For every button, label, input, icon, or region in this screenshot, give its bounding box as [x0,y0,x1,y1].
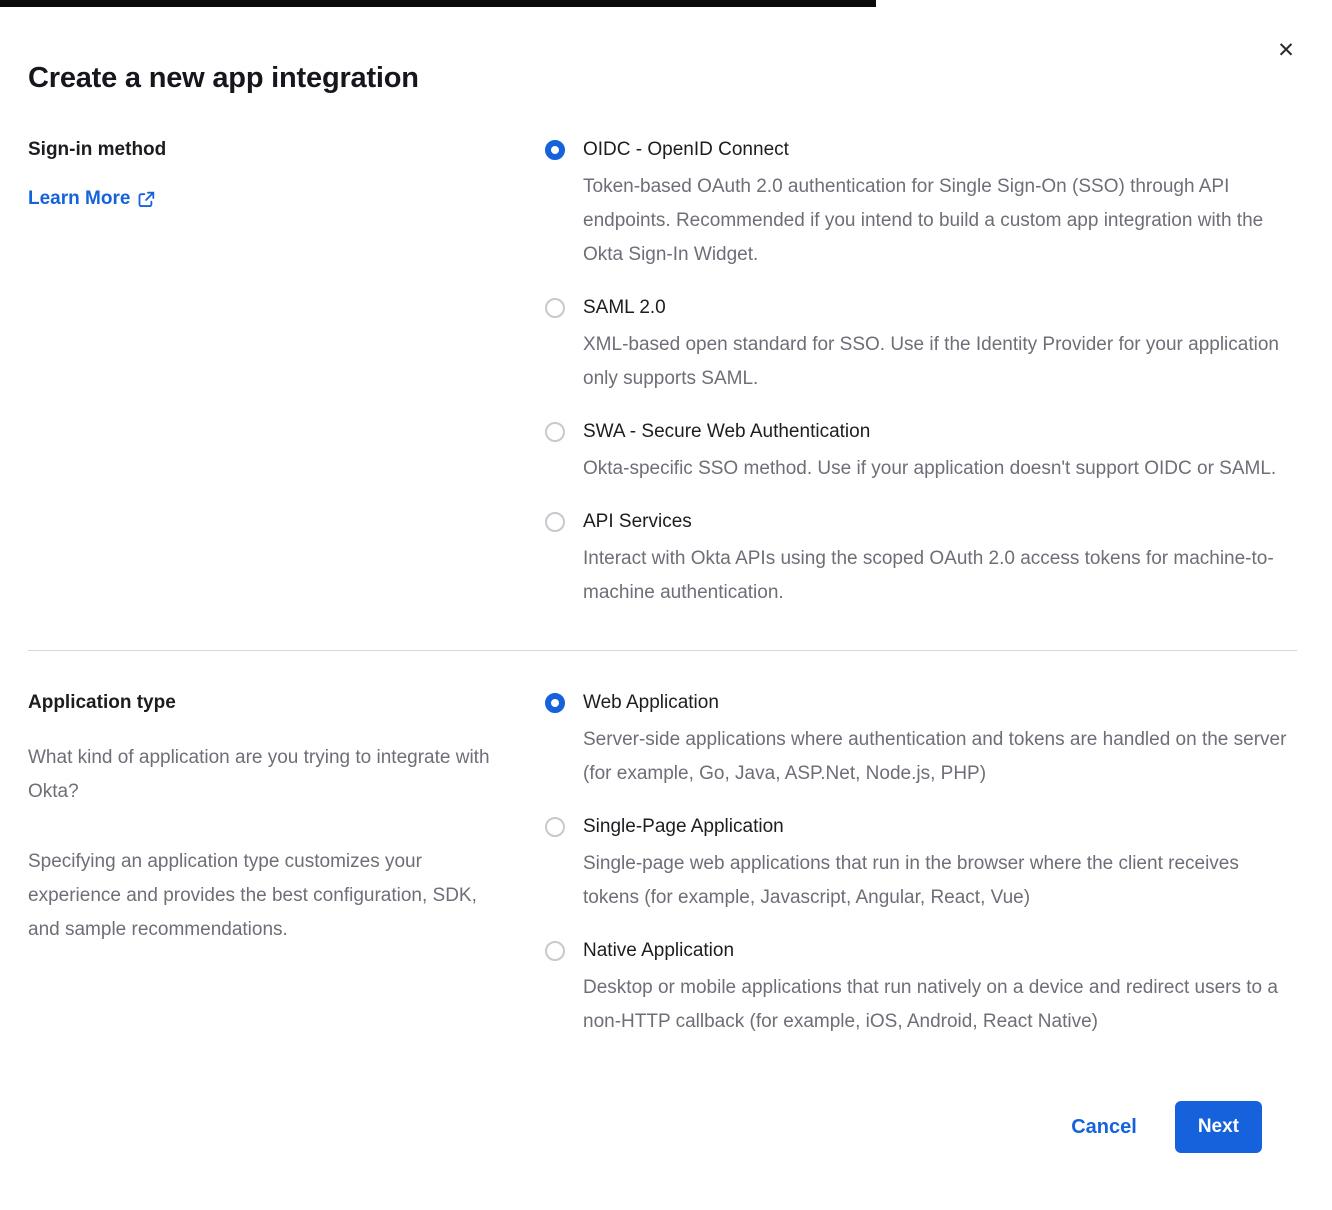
create-app-integration-dialog: ✕ Create a new app integration Sign-in m… [0,0,1332,1210]
section-divider [28,650,1297,651]
next-button[interactable]: Next [1175,1101,1262,1153]
signin-option-api-services-description: Interact with Okta APIs using the scoped… [583,542,1297,610]
apptype-option-web-label[interactable]: Web Application [583,691,1297,715]
signin-option-api-services-label[interactable]: API Services [583,510,1297,534]
apptype-option-native-label[interactable]: Native Application [583,939,1297,963]
apptype-option-native[interactable]: Native Application Desktop or mobile app… [545,939,1297,1039]
apptype-option-web-description: Server-side applications where authentic… [583,723,1297,791]
apptype-option-spa-description: Single-page web applications that run in… [583,847,1297,915]
apptype-option-spa[interactable]: Single-Page Application Single-page web … [545,815,1297,915]
dialog-title: Create a new app integration [28,56,1297,100]
radio-button-single-page-application[interactable] [545,817,565,837]
apptype-option-web[interactable]: Web Application Server-side applications… [545,691,1297,791]
signin-method-section: Sign-in method Learn More [28,138,1297,634]
signin-option-swa-label[interactable]: SWA - Secure Web Authentication [583,420,1276,444]
signin-option-oidc-label[interactable]: OIDC - OpenID Connect [583,138,1297,162]
learn-more-label: Learn More [28,188,130,210]
cancel-button[interactable]: Cancel [1071,1116,1137,1139]
application-type-section: Application type What kind of applicatio… [28,691,1297,1063]
learn-more-link[interactable]: Learn More [28,188,155,210]
signin-option-saml-label[interactable]: SAML 2.0 [583,296,1297,320]
top-edge-bar [0,0,876,7]
signin-option-swa[interactable]: SWA - Secure Web Authentication Okta-spe… [545,420,1297,486]
radio-button-oidc[interactable] [545,140,565,160]
signin-option-saml-description: XML-based open standard for SSO. Use if … [583,328,1297,396]
application-type-intro-1: What kind of application are you trying … [28,741,500,809]
radio-button-swa[interactable] [545,422,565,442]
apptype-option-native-description: Desktop or mobile applications that run … [583,971,1297,1039]
radio-button-web-application[interactable] [545,693,565,713]
signin-option-oidc[interactable]: OIDC - OpenID Connect Token-based OAuth … [545,138,1297,272]
radio-button-native-application[interactable] [545,941,565,961]
signin-option-api-services[interactable]: API Services Interact with Okta APIs usi… [545,510,1297,610]
external-link-icon [138,191,155,208]
radio-button-api-services[interactable] [545,512,565,532]
signin-option-oidc-description: Token-based OAuth 2.0 authentication for… [583,170,1297,272]
signin-option-swa-description: Okta-specific SSO method. Use if your ap… [583,452,1276,486]
dialog-footer: Cancel Next [28,1101,1297,1153]
application-type-heading: Application type [28,691,500,715]
close-icon[interactable]: ✕ [1272,36,1300,64]
signin-option-saml[interactable]: SAML 2.0 XML-based open standard for SSO… [545,296,1297,396]
application-type-intro-2: Specifying an application type customize… [28,845,500,947]
signin-method-heading: Sign-in method [28,138,500,162]
signin-method-left-column: Sign-in method Learn More [28,138,545,210]
application-type-left-column: Application type What kind of applicatio… [28,691,545,947]
apptype-option-spa-label[interactable]: Single-Page Application [583,815,1297,839]
radio-button-saml[interactable] [545,298,565,318]
